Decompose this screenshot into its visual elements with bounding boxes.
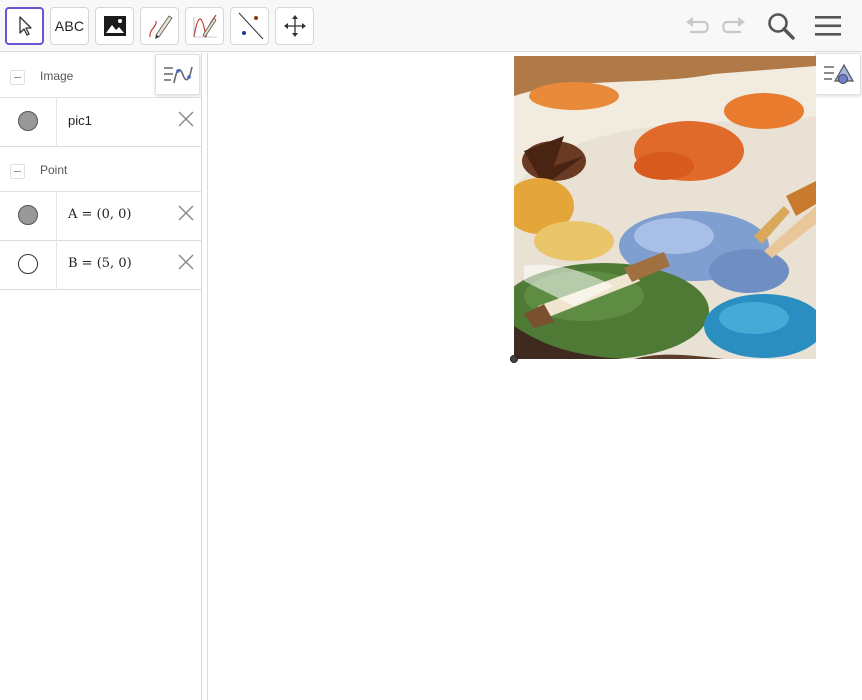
- point-a-marker[interactable]: [510, 355, 518, 363]
- visibility-marble-icon[interactable]: [18, 111, 38, 131]
- group-label: Point: [40, 163, 68, 177]
- line-through-points-icon: [238, 12, 263, 40]
- main-menu-button[interactable]: [810, 8, 846, 44]
- text-tool-button[interactable]: ABC: [50, 7, 89, 45]
- geogebra-app: ABC Image pic1 Point A = (0, 0) B = (5, …: [0, 0, 862, 700]
- pen-icon: [148, 15, 173, 39]
- function-pen-icon: [192, 14, 217, 38]
- algebra-item-pic1[interactable]: pic1: [0, 98, 201, 147]
- redo-button[interactable]: [716, 8, 752, 44]
- search-icon: [768, 13, 795, 40]
- visibility-marble-icon[interactable]: [18, 254, 38, 274]
- move-graphics-tool-button[interactable]: [275, 7, 314, 45]
- algebra-item-point-b[interactable]: B = (5, 0): [0, 241, 201, 290]
- paint-palette-picture: [514, 56, 816, 359]
- delete-x-icon[interactable]: [177, 253, 195, 271]
- visibility-marble-icon[interactable]: [18, 205, 38, 225]
- algebra-item-point-a[interactable]: A = (0, 0): [0, 192, 201, 241]
- undo-button[interactable]: [679, 8, 715, 44]
- undo-icon: [686, 17, 709, 34]
- move-tool-button[interactable]: [5, 7, 44, 45]
- cursor-arrow-icon: [18, 16, 32, 36]
- pic1-image[interactable]: [514, 56, 816, 359]
- collapse-toggle-icon[interactable]: [10, 70, 25, 85]
- visibility-toggle[interactable]: [0, 241, 57, 290]
- function-inspector-tool-button[interactable]: [185, 7, 224, 45]
- visibility-toggle[interactable]: [0, 192, 57, 241]
- text-tool-label: ABC: [54, 18, 85, 34]
- delete-x-icon[interactable]: [177, 204, 195, 222]
- redo-icon: [722, 17, 745, 34]
- collapse-toggle-icon[interactable]: [10, 164, 25, 179]
- search-button[interactable]: [763, 8, 799, 44]
- image-tool-button[interactable]: [95, 7, 134, 45]
- line-tool-button[interactable]: [230, 7, 269, 45]
- algebra-item-text[interactable]: B = (5, 0): [68, 256, 132, 271]
- algebra-view: Image pic1 Point A = (0, 0) B = (5, 0): [0, 53, 201, 700]
- visibility-toggle[interactable]: [0, 98, 57, 147]
- group-header-point[interactable]: Point: [0, 147, 201, 192]
- algebra-item-text[interactable]: pic1: [68, 113, 92, 128]
- graphics-style-icon: [824, 63, 854, 84]
- algebra-style-bar-button[interactable]: [155, 54, 200, 95]
- toolbar: ABC: [0, 0, 862, 52]
- algebra-style-icon: [163, 66, 193, 83]
- move-arrows-icon: [283, 15, 306, 37]
- group-label: Image: [40, 69, 74, 83]
- delete-x-icon[interactable]: [177, 110, 195, 128]
- pen-tool-button[interactable]: [140, 7, 179, 45]
- image-icon: [103, 16, 126, 36]
- view-divider[interactable]: [201, 53, 208, 700]
- algebra-item-text[interactable]: A = (0, 0): [68, 207, 132, 222]
- hamburger-menu-icon: [815, 16, 841, 36]
- graphics-style-bar-button[interactable]: [815, 53, 861, 95]
